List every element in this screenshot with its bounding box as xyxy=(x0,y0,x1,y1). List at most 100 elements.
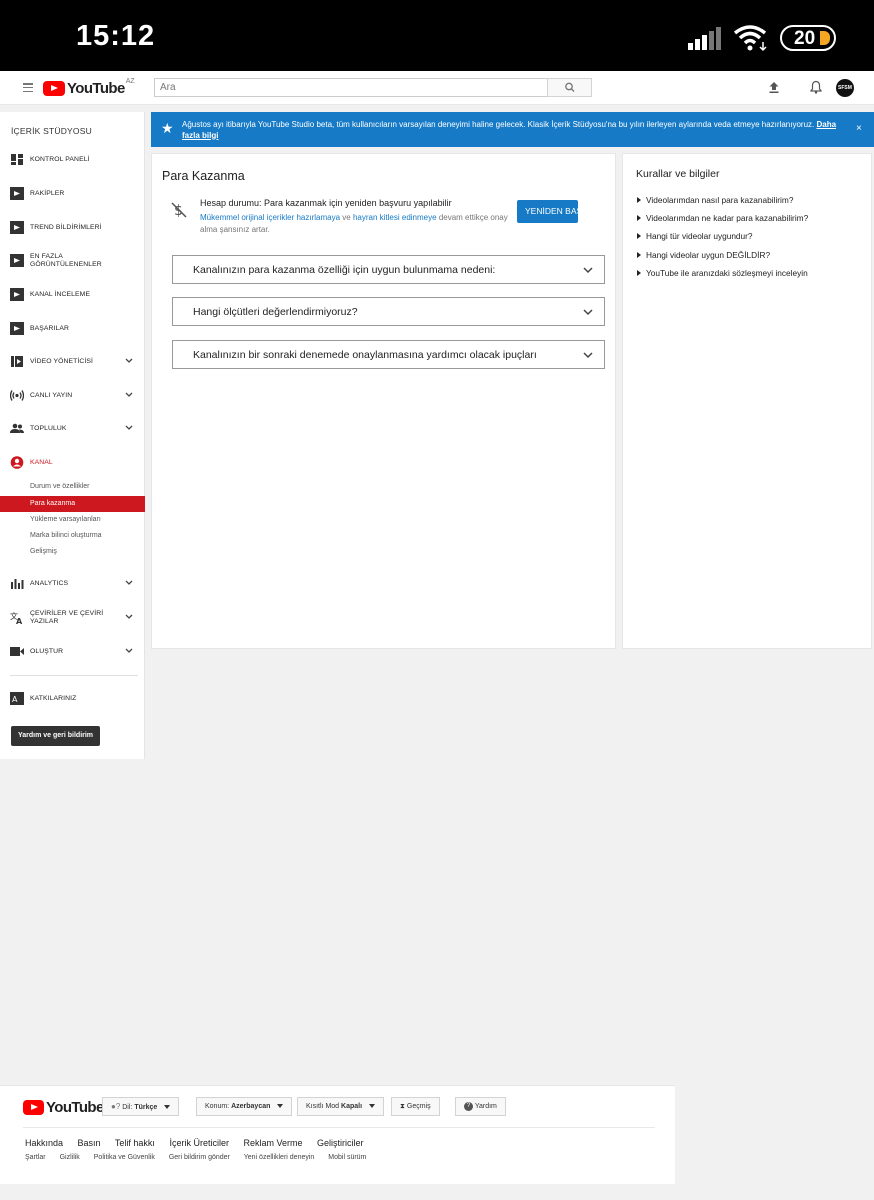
history-label: Geçmiş xyxy=(406,1103,431,1110)
location-selector[interactable]: Konum: Azerbaycan xyxy=(196,1097,293,1116)
sidebar-item-label: KATKILARINIZ xyxy=(30,695,77,702)
competitors-icon xyxy=(10,187,24,200)
signal-icon xyxy=(688,27,721,50)
battery-fill xyxy=(820,31,830,45)
rule-link[interactable]: Hangi videolar uygun DEĞİLDİR? xyxy=(637,250,770,260)
chevron-down-icon[interactable] xyxy=(125,648,133,654)
sidebar-subitem-upload-defaults[interactable]: Yükleme varsayılanları xyxy=(0,512,145,528)
monetization-off-icon: $ xyxy=(171,202,187,219)
sidebar-subitem-status[interactable]: Durum ve özellikler xyxy=(0,479,145,495)
help-button[interactable]: ? Yardım xyxy=(455,1097,506,1116)
sidebar-item-trends[interactable]: TREND BİLDİRİMLERİ xyxy=(0,217,145,239)
sidebar-item-dashboard[interactable]: KONTROL PANELİ xyxy=(0,149,145,171)
sidebar-item-video-manager[interactable]: VİDEO YÖNETİCİSİ xyxy=(0,351,145,373)
footer-link[interactable]: Hakkında xyxy=(25,1138,63,1148)
footer-link[interactable]: Reklam Verme xyxy=(243,1138,302,1148)
accordion-tips[interactable]: Kanalınızın bir sonraki denemede onaylan… xyxy=(172,340,605,369)
language-selector[interactable]: ●? Dil: Türkçe xyxy=(102,1097,180,1116)
sidebar-item-create[interactable]: OLUŞTUR xyxy=(0,641,145,663)
help-feedback-button[interactable]: Yardım ve geri bildirim xyxy=(11,726,100,746)
youtube-play-icon xyxy=(23,1100,44,1115)
svg-text:A: A xyxy=(12,695,18,704)
youtube-logo[interactable]: YouTube AZ xyxy=(43,77,135,97)
chevron-down-icon[interactable] xyxy=(125,580,133,586)
footer-link[interactable]: Yeni özellikleri deneyin xyxy=(244,1154,315,1161)
accordion-label: Kanalınızın bir sonraki denemede onaylan… xyxy=(193,349,537,361)
triangle-right-icon xyxy=(637,232,641,239)
community-icon xyxy=(10,423,24,433)
sidebar-item-translations[interactable]: 文A ÇEVİRİLER VE ÇEVİRİ YAZILAR xyxy=(0,607,145,629)
sidebar-item-community[interactable]: TOPLULUK xyxy=(0,418,145,440)
sidebar-item-label: OLUŞTUR xyxy=(30,648,64,655)
sidebar-item-contributions[interactable]: A KATKILARINIZ xyxy=(0,688,145,710)
rule-link[interactable]: Videolarımdan ne kadar para kazanabiliri… xyxy=(637,213,808,223)
original-content-link[interactable]: Mükemmel orijinal içerikler hazırlamaya xyxy=(200,213,340,222)
search-input[interactable]: Ara xyxy=(154,78,548,97)
chevron-down-icon[interactable] xyxy=(125,425,133,431)
notifications-bell-icon[interactable] xyxy=(810,80,822,94)
chevron-down-icon[interactable] xyxy=(125,614,133,620)
restricted-mode-selector[interactable]: Kısıtlı Mod Kapalı xyxy=(297,1097,384,1116)
rule-link[interactable]: Hangi tür videolar uygundur? xyxy=(637,231,753,241)
battery-level: 20 xyxy=(794,28,816,49)
sidebar-item-label: ANALYTICS xyxy=(30,580,69,587)
sidebar-item-label: KONTROL PANELİ xyxy=(30,156,90,163)
footer-link[interactable]: Mobil sürüm xyxy=(328,1154,366,1161)
footer-link[interactable]: İçerik Üreticiler xyxy=(169,1138,229,1148)
footer-logo-text: YouTube xyxy=(46,1099,104,1116)
chevron-down-icon[interactable] xyxy=(125,392,133,398)
page-title: Para Kazanma xyxy=(162,169,245,183)
avatar[interactable]: SFSM xyxy=(836,79,854,97)
rules-title: Kurallar ve bilgiler xyxy=(636,168,720,180)
sidebar-item-label: BAŞARILAR xyxy=(30,325,70,332)
language-label: Dil: xyxy=(122,1104,133,1111)
chevron-down-icon xyxy=(583,309,593,316)
live-stream-icon xyxy=(10,390,24,401)
sidebar-item-competitors[interactable]: RAKİPLER xyxy=(0,183,145,205)
sidebar-subitem-advanced[interactable]: Gelişmiş xyxy=(0,544,145,560)
chevron-down-icon[interactable] xyxy=(125,358,133,364)
menu-icon[interactable] xyxy=(23,83,33,93)
upload-icon[interactable] xyxy=(768,81,780,94)
analytics-icon xyxy=(11,579,24,589)
sidebar-item-label: TOPLULUK xyxy=(30,425,67,432)
footer-link[interactable]: Basın xyxy=(78,1138,101,1148)
sidebar-item-label: ÇEVİRİLER VE ÇEVİRİ YAZILAR xyxy=(30,610,104,625)
footer-link[interactable]: Şartlar xyxy=(25,1154,46,1161)
footer: YouTube ●? Dil: Türkçe Konum: Azerbaycan… xyxy=(0,1085,675,1184)
rule-link[interactable]: YouTube ile aranızdaki sözleşmeyi incele… xyxy=(637,268,808,278)
sidebar-item-live-stream[interactable]: CANLI YAYIN xyxy=(0,385,145,407)
sidebar-item-channel[interactable]: KANAL xyxy=(0,452,145,474)
audience-link[interactable]: hayran kitlesi edinmeye xyxy=(353,213,437,222)
trend-icon xyxy=(10,221,24,234)
footer-youtube-logo[interactable]: YouTube xyxy=(23,1099,104,1116)
reapply-button[interactable]: YENİDEN BAŞVUR xyxy=(517,200,578,223)
accordion-criteria[interactable]: Hangi ölçütleri değerlendirmiyoruz? xyxy=(172,297,605,326)
footer-link[interactable]: Telif hakkı xyxy=(115,1138,155,1148)
star-icon: ★ xyxy=(161,120,174,136)
accordion-ineligible-reason[interactable]: Kanalınızın para kazanma özelliği için u… xyxy=(172,255,605,284)
rule-link[interactable]: Videolarımdan nasıl para kazanabilirim? xyxy=(637,195,793,205)
sidebar-item-achievements[interactable]: BAŞARILAR xyxy=(0,318,145,340)
sidebar-item-channel-review[interactable]: KANAL İNCELEME xyxy=(0,284,145,306)
footer-link[interactable]: Politika ve Güvenlik xyxy=(94,1154,155,1161)
sidebar-item-most-viewed[interactable]: EN FAZLA GÖRÜNTÜLENENLER xyxy=(0,250,145,272)
sidebar-item-analytics[interactable]: ANALYTICS xyxy=(0,573,145,595)
rule-link-label: Videolarımdan ne kadar para kazanabiliri… xyxy=(646,213,809,223)
desc-and: ve xyxy=(342,213,351,222)
footer-link[interactable]: Geliştiriciler xyxy=(317,1138,364,1148)
help-label: Yardım xyxy=(474,1103,497,1110)
search-button[interactable] xyxy=(547,78,592,97)
footer-link[interactable]: Gizlilik xyxy=(60,1154,80,1161)
rule-link-label: Videolarımdan nasıl para kazanabilirim? xyxy=(646,195,794,205)
country-code: AZ xyxy=(125,77,135,85)
sidebar-subitem-monetization[interactable]: Para kazanma xyxy=(0,496,145,512)
history-button[interactable]: ⧗ Geçmiş xyxy=(391,1097,440,1116)
most-viewed-icon xyxy=(10,254,24,267)
footer-link[interactable]: Geri bildirim gönder xyxy=(169,1154,230,1161)
wifi-icon xyxy=(733,25,767,52)
sidebar-subitem-branding[interactable]: Marka bilinci oluşturma xyxy=(0,528,145,544)
masthead: YouTube AZ Ara SFSM xyxy=(0,71,874,105)
rule-link-label: YouTube ile aranızdaki sözleşmeyi incele… xyxy=(646,268,808,278)
close-icon[interactable]: × xyxy=(856,123,862,134)
